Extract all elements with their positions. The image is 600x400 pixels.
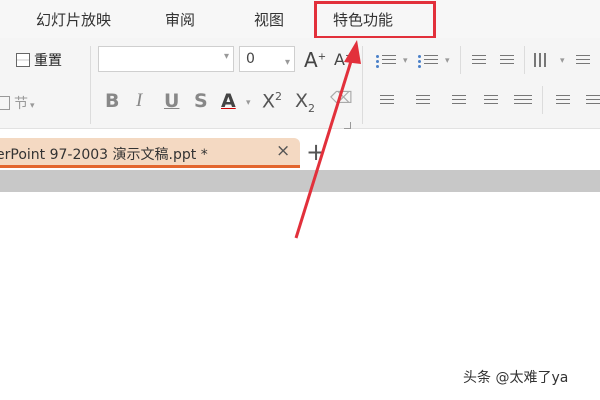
italic-button[interactable]: I — [136, 90, 142, 112]
bold-button[interactable]: B — [105, 90, 119, 112]
separator — [524, 46, 525, 74]
reset-label: 重置 — [34, 53, 62, 69]
menu-bar: 幻灯片放映 审阅 视图 特色功能 — [0, 0, 600, 39]
close-icon[interactable]: × — [276, 141, 290, 161]
chevron-down-icon[interactable]: ▾ — [445, 56, 450, 66]
align-center-icon[interactable] — [416, 95, 430, 107]
justify-icon[interactable] — [484, 95, 498, 107]
chevron-down-icon: ▾ — [223, 51, 229, 62]
underline-button[interactable]: U — [164, 90, 179, 112]
align-left-icon[interactable] — [380, 95, 394, 107]
section-label: 节 — [14, 96, 28, 112]
numbered-list-icon[interactable] — [418, 54, 440, 68]
tab-view[interactable]: 视图 — [254, 0, 284, 38]
subscript-button[interactable]: X2 — [295, 90, 315, 115]
ribbon-toolbar: 重置 节 ▾ ▾ 0 ▾ A+ A− B I U S A ▾ X2 X2 ⌫ ▾ … — [0, 38, 600, 129]
bullet-list-icon[interactable] — [376, 54, 398, 68]
subscript-mark: 2 — [308, 101, 316, 115]
chevron-down-icon[interactable]: ▾ — [560, 56, 565, 66]
new-tab-button[interactable]: + — [306, 140, 326, 164]
document-tab-title: erPoint 97-2003 演示文稿.ppt * — [0, 147, 208, 163]
separator — [460, 46, 461, 74]
chevron-down-icon: ▾ — [284, 57, 290, 68]
tab-review[interactable]: 审阅 — [165, 0, 195, 38]
strikethrough-button[interactable]: S — [194, 90, 208, 112]
superscript-base: X — [262, 90, 276, 113]
tab-special-features[interactable]: 特色功能 — [333, 0, 393, 38]
reset-icon — [16, 53, 30, 67]
line-spacing-icon[interactable] — [576, 55, 590, 67]
columns-icon[interactable] — [586, 95, 600, 107]
chevron-down-icon[interactable]: ▾ — [246, 98, 251, 108]
align-right-icon[interactable] — [452, 95, 466, 107]
watermark: 头条 @太难了ya — [463, 370, 569, 386]
decrease-indent-icon[interactable] — [472, 55, 486, 67]
superscript-button[interactable]: X2 — [262, 90, 282, 112]
subscript-base: X — [295, 90, 309, 112]
font-size-select[interactable]: 0 ▾ — [239, 46, 295, 72]
grow-font-icon: A — [304, 48, 318, 72]
distribute-icon[interactable] — [514, 95, 532, 107]
reset-button[interactable]: 重置 — [16, 50, 62, 70]
separator — [90, 46, 91, 124]
increase-font-size-button[interactable]: A+ — [304, 48, 326, 72]
clear-format-icon[interactable]: ⌫ — [330, 88, 353, 107]
separator — [362, 46, 363, 124]
shrink-font-icon: A — [334, 50, 345, 69]
text-direction-icon[interactable] — [534, 53, 556, 69]
font-name-select[interactable]: ▾ — [98, 46, 234, 72]
tab-slideshow[interactable]: 幻灯片放映 — [36, 0, 111, 38]
section-icon — [0, 96, 10, 110]
document-tab-bar: erPoint 97-2003 演示文稿.ppt * × + — [0, 130, 600, 170]
decrease-font-size-button[interactable]: A− — [334, 50, 353, 69]
increase-indent-icon[interactable] — [500, 55, 514, 67]
section-button[interactable]: 节 ▾ — [0, 93, 35, 113]
font-size-value: 0 — [246, 51, 255, 67]
chevron-down-icon[interactable]: ▾ — [403, 56, 408, 66]
font-color-button[interactable]: A — [221, 90, 236, 112]
font-dialog-launcher-icon[interactable] — [344, 122, 351, 129]
paragraph-spacing-icon[interactable] — [556, 95, 570, 107]
tab-bar-divider — [0, 170, 600, 192]
document-tab[interactable]: erPoint 97-2003 演示文稿.ppt * × — [0, 138, 300, 168]
superscript-mark: 2 — [275, 90, 283, 103]
chevron-down-icon: ▾ — [30, 101, 35, 111]
separator — [542, 86, 543, 114]
